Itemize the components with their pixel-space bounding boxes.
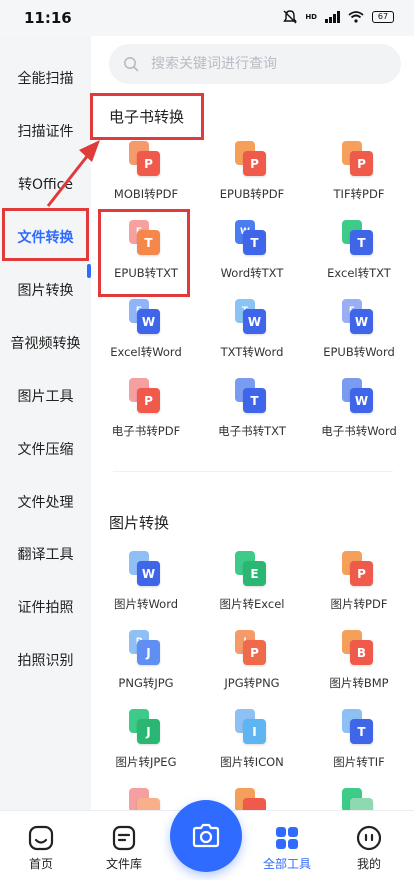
arrow-icon	[46, 140, 100, 207]
